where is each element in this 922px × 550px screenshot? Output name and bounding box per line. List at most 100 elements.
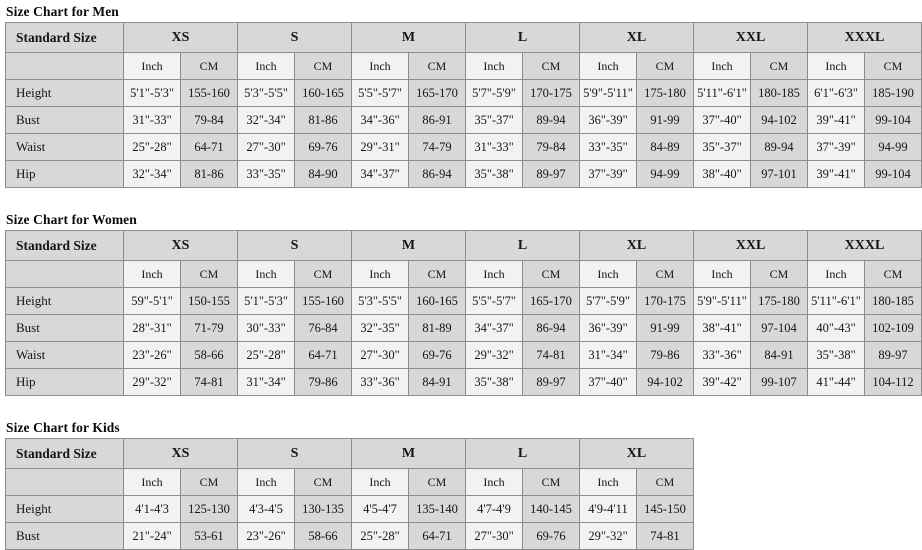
measurement-cell: 5'9"-5'11" [579, 79, 637, 107]
unit-header-cm: CM [636, 468, 694, 496]
unit-header-cm: CM [408, 52, 466, 80]
measurement-cell: 31"-33" [123, 106, 181, 134]
unit-header-inch: Inch [693, 52, 751, 80]
measurement-cell: 34"-37" [465, 314, 523, 342]
measurement-cell: 5'7"-5'9" [579, 287, 637, 315]
unit-header-inch: Inch [123, 260, 181, 288]
unit-header-cm: CM [864, 52, 922, 80]
measurement-cell: 125-130 [180, 495, 238, 523]
measurement-cell: 5'1"-5'3" [237, 287, 295, 315]
table-row: Bust 31"-33" 79-84 32"-34" 81-86 34"-36" 86-91… [5, 106, 922, 134]
unit-header-inch: Inch [237, 260, 295, 288]
size-header-xl: XL [579, 230, 694, 261]
unit-header-cm: CM [636, 52, 694, 80]
unit-header-cm: CM [408, 468, 466, 496]
measurement-cell: 84-90 [294, 160, 352, 188]
measurement-cell: 130-135 [294, 495, 352, 523]
measurement-cell: 36"-39" [579, 314, 637, 342]
size-header-l: L [465, 438, 580, 469]
measurement-cell: 37"-39" [807, 133, 865, 161]
size-chart-table: Standard Size XS S M L XL XXL XXXL Inch CM Inch CM I… [5, 230, 922, 396]
measurement-cell: 33"-35" [237, 160, 295, 188]
size-header-l: L [465, 230, 580, 261]
measurement-cell: 23"-26" [123, 341, 181, 369]
measurement-cell: 35"-38" [465, 160, 523, 188]
measurement-cell: 4'3-4'5 [237, 495, 295, 523]
table-row: Bust 21"-24" 53-61 23"-26" 58-66 25"-28" 64-71… [5, 522, 694, 550]
measurement-label-height: Height [5, 79, 124, 107]
measurement-cell: 29"-32" [579, 522, 637, 550]
measurement-cell: 89-94 [522, 106, 580, 134]
measurement-cell: 81-86 [294, 106, 352, 134]
unit-header-inch: Inch [465, 52, 523, 80]
measurement-cell: 89-94 [750, 133, 808, 161]
measurement-cell: 32"-34" [123, 160, 181, 188]
measurement-cell: 94-99 [864, 133, 922, 161]
measurement-cell: 53-61 [180, 522, 238, 550]
table-unit-row: Inch CM Inch CM Inch CM Inch CM Inch CM [5, 468, 694, 496]
measurement-cell: 79-86 [294, 368, 352, 396]
size-header-xs: XS [123, 230, 238, 261]
measurement-cell: 81-89 [408, 314, 466, 342]
measurement-cell: 91-99 [636, 314, 694, 342]
measurement-cell: 5'11"-6'1" [693, 79, 751, 107]
measurement-cell: 185-190 [864, 79, 922, 107]
unit-header-inch: Inch [123, 52, 181, 80]
measurement-cell: 165-170 [522, 287, 580, 315]
unit-header-inch: Inch [123, 468, 181, 496]
measurement-cell: 74-81 [180, 368, 238, 396]
unit-row-spacer [5, 468, 124, 496]
measurement-cell: 37"-40" [579, 368, 637, 396]
size-header-xl: XL [579, 22, 694, 53]
size-chart-block: Size Chart for Women Standard Size XS S M L XL… [5, 212, 922, 396]
measurement-cell: 64-71 [180, 133, 238, 161]
measurement-cell: 97-101 [750, 160, 808, 188]
measurement-cell: 25"-28" [123, 133, 181, 161]
measurement-cell: 170-175 [636, 287, 694, 315]
size-header-xs: XS [123, 22, 238, 53]
standard-size-header: Standard Size [5, 230, 124, 261]
unit-header-cm: CM [180, 52, 238, 80]
measurement-cell: 31"-34" [579, 341, 637, 369]
measurement-cell: 5'9"-5'11" [693, 287, 751, 315]
size-header-s: S [237, 22, 352, 53]
unit-header-cm: CM [408, 260, 466, 288]
size-header-m: M [351, 438, 466, 469]
size-header-s: S [237, 438, 352, 469]
table-header-row: Standard Size XS S M L XL [5, 438, 694, 469]
measurement-cell: 27"-30" [237, 133, 295, 161]
unit-header-cm: CM [180, 468, 238, 496]
measurement-cell: 39"-42" [693, 368, 751, 396]
measurement-cell: 104-112 [864, 368, 922, 396]
measurement-cell: 32"-34" [237, 106, 295, 134]
unit-header-inch: Inch [465, 260, 523, 288]
table-unit-row: Inch CM Inch CM Inch CM Inch CM Inch CM Inch CM Inch… [5, 52, 922, 80]
measurement-cell: 58-66 [294, 522, 352, 550]
table-header-row: Standard Size XS S M L XL XXL XXXL [5, 22, 922, 53]
measurement-cell: 94-102 [636, 368, 694, 396]
measurement-cell: 4'5-4'7 [351, 495, 409, 523]
unit-header-cm: CM [522, 260, 580, 288]
unit-header-inch: Inch [351, 468, 409, 496]
measurement-cell: 31"-33" [465, 133, 523, 161]
measurement-cell: 97-104 [750, 314, 808, 342]
unit-header-inch: Inch [579, 52, 637, 80]
measurement-cell: 38"-41" [693, 314, 751, 342]
measurement-cell: 33"-35" [579, 133, 637, 161]
measurement-cell: 84-91 [750, 341, 808, 369]
size-chart-block: Size Chart for Kids Standard Size XS S M L XL I… [5, 420, 922, 550]
measurement-cell: 94-102 [750, 106, 808, 134]
measurement-label-bust: Bust [5, 106, 124, 134]
measurement-cell: 5'11"-6'1" [807, 287, 865, 315]
measurement-cell: 5'5"-5'7" [351, 79, 409, 107]
size-chart-block: Size Chart for Men Standard Size XS S M L XL XX… [5, 4, 922, 188]
measurement-cell: 89-97 [864, 341, 922, 369]
measurement-cell: 28"-31" [123, 314, 181, 342]
measurement-label-height: Height [5, 287, 124, 315]
measurement-cell: 5'3"-5'5" [237, 79, 295, 107]
measurement-cell: 5'3"-5'5" [351, 287, 409, 315]
measurement-cell: 71-79 [180, 314, 238, 342]
measurement-cell: 37"-40" [693, 106, 751, 134]
measurement-cell: 5'1"-5'3" [123, 79, 181, 107]
size-chart-table: Standard Size XS S M L XL XXL XXXL Inch CM Inch CM I… [5, 22, 922, 188]
